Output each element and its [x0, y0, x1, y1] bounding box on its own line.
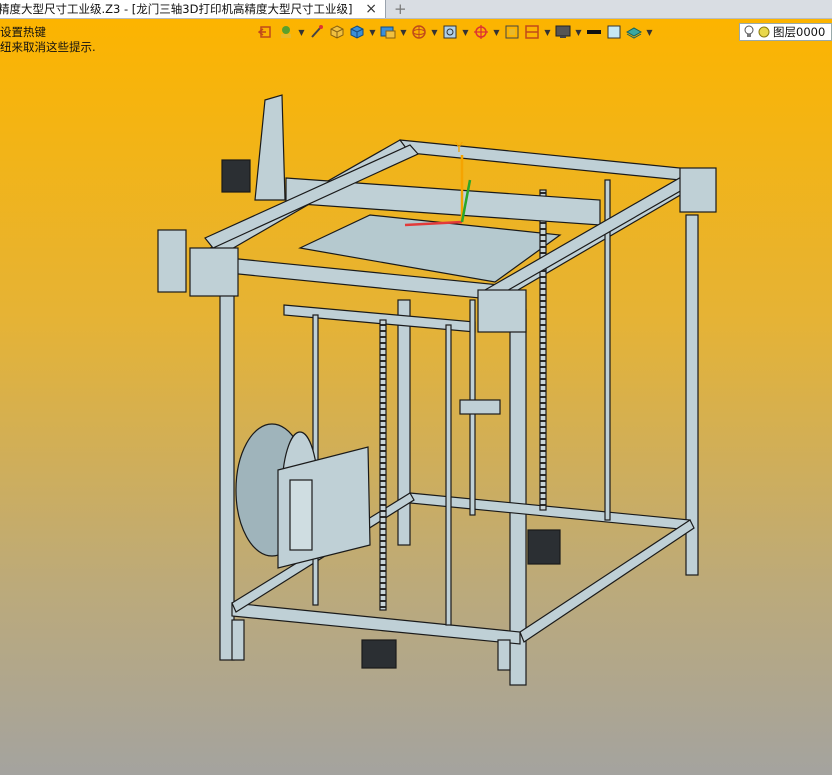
corner-block-back-right: [679, 167, 717, 213]
stepper-motor-top: [221, 159, 251, 193]
stepper-motor-bottom-right: [527, 529, 561, 565]
corner-block-front-right: [477, 289, 527, 333]
frame-top-back-rail: [399, 139, 701, 183]
axis-y-label: Y: [454, 141, 463, 156]
foot-front-right: [497, 639, 511, 671]
z-leadscrew-left: [379, 319, 387, 611]
z-leadscrew-right: [539, 189, 547, 511]
extruder-mount: [254, 94, 286, 201]
corner-block-front-left: [189, 247, 239, 297]
z-rod-front-right: [445, 324, 452, 626]
filament-sensor: [157, 229, 187, 293]
printer-model[interactable]: Y: [0, 0, 832, 775]
z-bracket: [459, 399, 501, 415]
foot-front-left: [231, 619, 245, 661]
frame-post-front-right: [509, 309, 527, 686]
power-supply: [289, 479, 313, 551]
frame-bottom-front-rail: [231, 602, 521, 645]
stepper-motor-bottom-left: [361, 639, 397, 669]
frame-bottom-back-rail: [409, 492, 691, 531]
